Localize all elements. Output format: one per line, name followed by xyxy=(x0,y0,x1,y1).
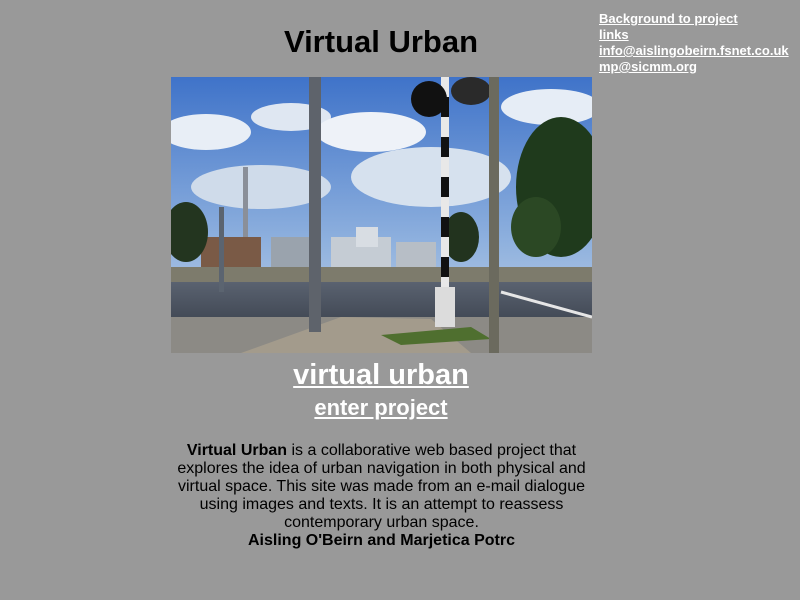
virtual-urban-link[interactable]: virtual urban xyxy=(293,359,469,391)
description-title: Virtual Urban xyxy=(186,442,288,459)
enter-project-link-wrapper: enter project xyxy=(0,395,762,421)
urban-street-photo xyxy=(171,77,592,353)
top-links: Background to project links info@aisling… xyxy=(599,11,789,75)
project-description: Virtual Urban is a collaborative web bas… xyxy=(171,442,592,550)
authors: Aisling O'Beirn and Marjetica Potrc xyxy=(248,532,515,549)
enter-project-link[interactable]: enter project xyxy=(314,395,447,420)
background-link[interactable]: Background to project xyxy=(599,11,789,27)
email-link-marjetica[interactable]: mp@sicmm.org xyxy=(599,59,789,75)
email-link-aisling[interactable]: info@aislingobeirn.fsnet.co.uk xyxy=(599,43,789,59)
virtual-urban-link-wrapper: virtual urban xyxy=(0,359,762,392)
links-link[interactable]: links xyxy=(599,27,789,43)
